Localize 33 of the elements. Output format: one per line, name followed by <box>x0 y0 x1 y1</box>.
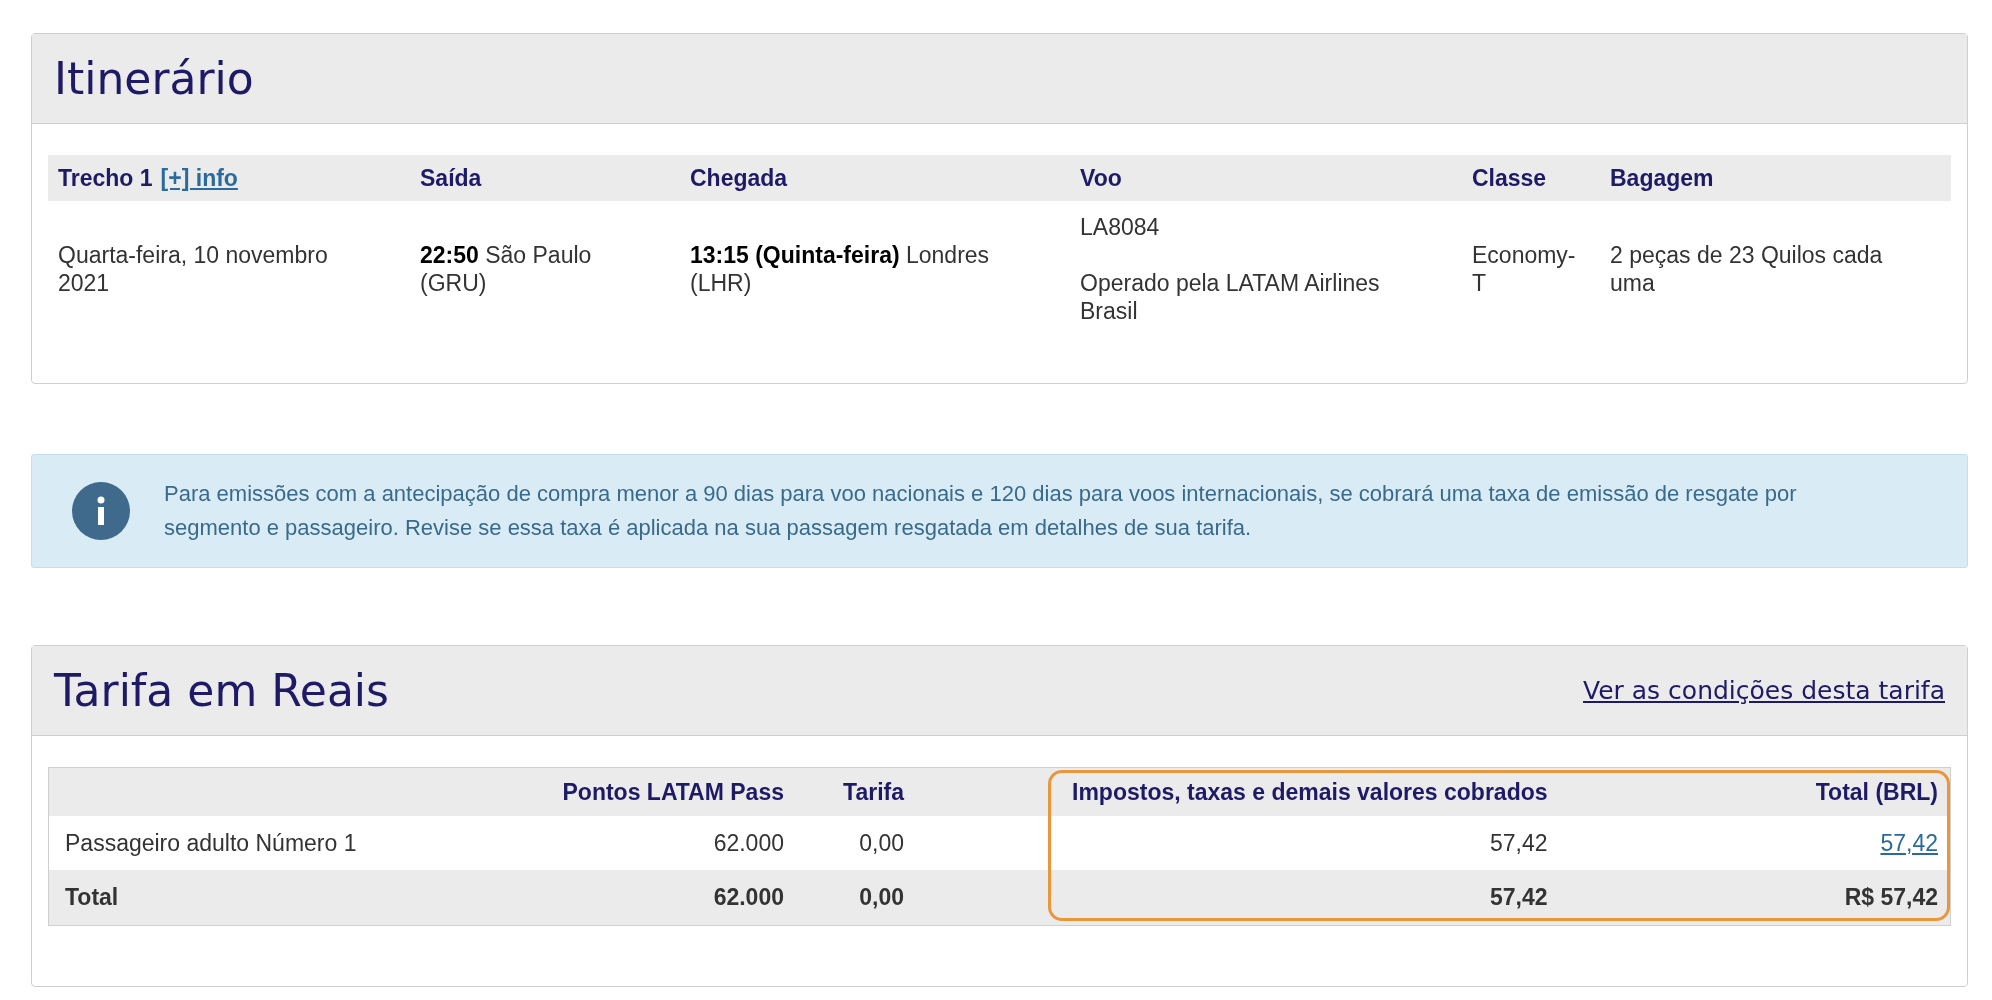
column-header: Classe <box>1472 164 1547 192</box>
column-header: Trecho 1 <box>58 164 153 192</box>
info-link[interactable]: [+] info <box>160 164 238 192</box>
column-header: Chegada <box>690 164 788 192</box>
conditions-link[interactable]: Ver as condições desta tarifa <box>1583 676 1945 705</box>
column-header: Bagagem <box>1610 164 1714 192</box>
column-header: Voo <box>1080 164 1122 192</box>
table-cell: 0,00 <box>859 829 904 857</box>
table-cell: 62.000 <box>713 884 784 911</box>
column-header: Impostos, taxas e demais valores cobrados <box>1072 778 1548 806</box>
table-cell: 57,42 <box>1490 829 1548 857</box>
row-label: Passageiro adulto Número 1 <box>65 829 357 857</box>
date-text: Quarta-feira, 10 novembro 2021 <box>58 241 329 297</box>
column-header: Tarifa <box>843 778 904 806</box>
table-cell: 57,42 <box>1490 884 1548 911</box>
total-link[interactable]: 57,42 <box>1880 829 1938 857</box>
column-header: Total (BRL) <box>1815 778 1938 806</box>
panel-title: Itinerário <box>54 53 254 104</box>
notice-text: Para emissões com a antecipação de compra menor a 90 dias para voo nacionais e 120 dias para voos internacionais, se cobrará uma taxa de emissão de resgate por segmento e passageiro. Revise se essa taxa é aplicada na sua passagem resgatada em detalhes de sua tarifa. <box>164 480 1798 542</box>
table-cell: 0,00 <box>859 884 904 911</box>
operator-text: Operado pela LATAM Airlines Brasil <box>1080 269 1381 325</box>
table-cell: R$ 57,42 <box>1844 884 1938 911</box>
arrival-text: 13:15 (Quinta-feira) Londres (LHR) <box>690 241 991 297</box>
panel-title: Tarifa em Reais <box>54 665 389 716</box>
departure-text: 22:50 São Paulo (GRU) <box>420 241 593 297</box>
row-label: Total <box>65 884 119 911</box>
column-header: Pontos LATAM Pass <box>562 778 784 806</box>
flight-number: LA8084 <box>1080 213 1160 241</box>
baggage-text: 2 peças de 23 Quilos cada uma <box>1610 241 1884 297</box>
table-cell: 62.000 <box>713 829 784 857</box>
info-icon <box>72 482 130 540</box>
column-header: Saída <box>420 164 482 192</box>
class-text: Economy-T <box>1472 241 1577 297</box>
